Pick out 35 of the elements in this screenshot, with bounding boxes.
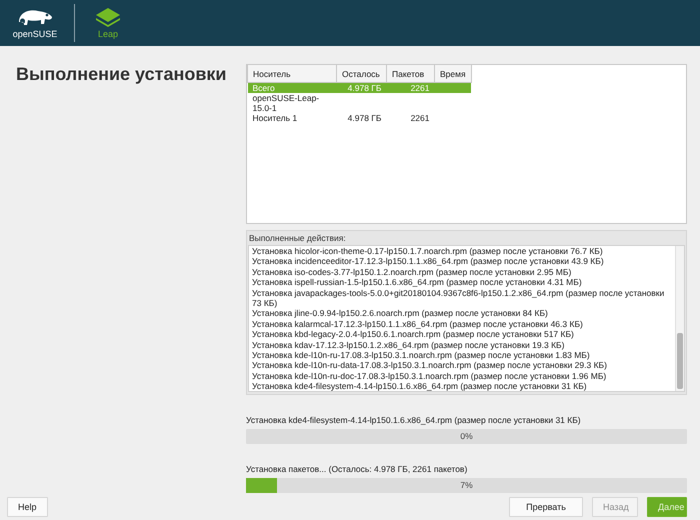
log-line: Установка kde4-filesystem-4.14-lp150.1.6.x86_64.rpm (размер после установки 31 КБ) bbox=[252, 381, 588, 391]
page-title: Выполнение установки bbox=[16, 64, 228, 85]
log-line: Установка kalarmcal-17.12.3-lp150.1.1.x86_64.rpm (размер после установки 46.3 КБ) bbox=[252, 318, 584, 330]
leap-logo-icon bbox=[95, 7, 121, 27]
product-name: Leap bbox=[98, 29, 118, 39]
log-line: Установка kde-l10n-ru-doc-17.08.3-lp150.3.1.noarch.rpm (размер после установки 1.96 МБ) bbox=[252, 370, 608, 382]
log-label: Выполненные действия: bbox=[248, 233, 347, 245]
column-header[interactable]: Пакетов bbox=[386, 65, 434, 82]
progress-reading: 0% bbox=[460, 431, 473, 441]
log-line: Установка kdav-17.12.3-lp150.1.2.x86_64.rpm (размер после установки 19.3 КБ) bbox=[252, 340, 566, 350]
table-row[interactable]: openSUSE-Leap-15.0-1 Носитель 1 4.978 ГБ 2261 bbox=[248, 93, 472, 123]
log-line: Установка incidenceeditor-17.12.3-lp150.1.1.x86_64.rpm (размер после установки 43.9 КБ) bbox=[252, 256, 605, 267]
log-line: Установка kde-l10n-ru-17.08.3-lp150.3.1.noarch.rpm (размер после установки 1.83 МБ) bbox=[252, 350, 591, 360]
log-line: Установка kde-l10n-ru-data-17.08.3-lp150.3.1.noarch.rpm (размер после установки 29.3 КБ) bbox=[252, 360, 608, 371]
chameleon-logo-icon bbox=[16, 8, 54, 28]
table-cell: 2261 bbox=[386, 93, 434, 123]
log-line: Установка hicolor-icon-theme-0.17-lp150.1.7.noarch.rpm (размер после установки 76.7 КБ) bbox=[252, 246, 604, 256]
abort-button[interactable]: Прервать bbox=[509, 497, 583, 517]
log-line: Установка kbd-legacy-2.0.4-lp150.6.1.noarch.rpm (размер после установки 517 КБ) bbox=[252, 329, 575, 340]
brand-name: openSUSE bbox=[12, 28, 58, 38]
progress-label: Установка kde4-filesystem-4.14-lp150.1.6.x86_64.rpm (размер после установки 31 КБ) bbox=[246, 415, 582, 425]
scrollbar[interactable] bbox=[675, 246, 684, 391]
column-header[interactable]: Носитель bbox=[248, 65, 336, 82]
log-line: Установка iso-codes-3.77-lp150.1.2.noarch.rpm (размер после установки 2.95 МБ) bbox=[252, 266, 572, 278]
progress-label: Установка пакетов... (Осталось: 4.978 ГБ, 2261 пакетов) bbox=[246, 464, 468, 474]
log-line: Установка jline-0.9.94-lp150.2.6.noarch.rpm (размер после установки 84 КБ) bbox=[252, 308, 549, 319]
progress-reading: 7% bbox=[460, 480, 473, 490]
table-cell: 4.978 ГБ bbox=[336, 93, 386, 123]
log-line: Установка ispell-russian-1.5-lp150.1.6.x86_64.rpm (размер после установки 4.31 МБ) bbox=[252, 277, 583, 288]
log-line: Установка javapackages-tools-5.0.0+git20180104.9367c8f6-lp150.1.2.x86_64.rpm (размер после установки 73 КБ) bbox=[252, 288, 666, 308]
column-header[interactable]: Осталось bbox=[336, 65, 386, 82]
column-header[interactable]: Время bbox=[434, 65, 472, 82]
help-button[interactable]: Help bbox=[7, 497, 48, 517]
table-cell: openSUSE-Leap-15.0-1 Носитель 1 bbox=[248, 93, 336, 123]
table-cell: Всего bbox=[248, 82, 336, 93]
